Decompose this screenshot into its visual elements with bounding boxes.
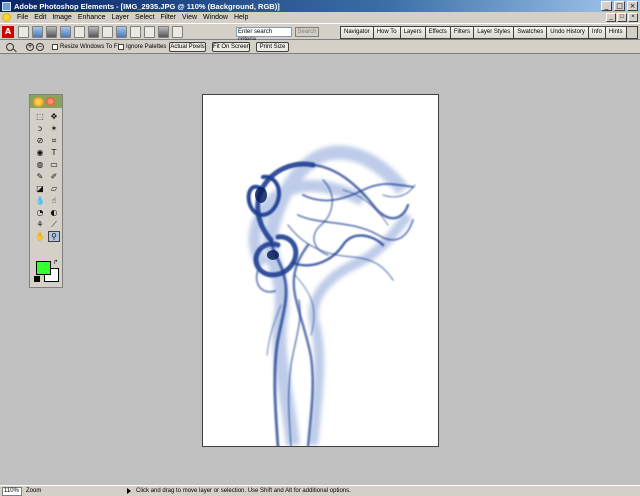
ignore-palettes-checkbox[interactable]	[118, 44, 124, 50]
minimize-button[interactable]: _	[601, 1, 612, 11]
zoom-in-icon[interactable]: +	[26, 43, 34, 51]
shape-icon[interactable]: ▱	[48, 183, 60, 194]
scan-icon[interactable]	[46, 26, 57, 38]
tab-how-to[interactable]: How To	[373, 27, 401, 38]
actual-pixels-button[interactable]: Actual Pixels	[169, 42, 206, 52]
gradient-icon[interactable]: ▭	[48, 159, 60, 170]
type-icon[interactable]: T	[48, 147, 60, 158]
magic-wand-icon[interactable]: ✶	[48, 123, 60, 134]
tab-navigator[interactable]: Navigator	[341, 27, 374, 38]
paint-bucket-icon[interactable]: ◍	[34, 159, 46, 170]
tab-filters[interactable]: Filters	[450, 27, 475, 38]
clone-stamp-icon[interactable]: ⚘	[34, 219, 46, 230]
tab-swatches[interactable]: Swatches	[514, 27, 548, 38]
open-file-icon[interactable]	[32, 26, 43, 38]
step-forward-icon[interactable]	[144, 26, 155, 38]
zoom-out-icon[interactable]: −	[36, 43, 44, 51]
toolbox-logo-icon	[46, 97, 55, 106]
new-file-icon[interactable]	[18, 26, 29, 38]
menu-select[interactable]: Select	[132, 14, 157, 21]
blur-icon[interactable]: 💧	[34, 195, 46, 206]
print-size-button[interactable]: Print Size	[256, 42, 289, 52]
tab-info[interactable]: Info	[588, 27, 606, 38]
pencil-icon[interactable]: ✐	[48, 171, 60, 182]
menu-filter[interactable]: Filter	[157, 14, 179, 21]
eraser-icon[interactable]: ◪	[34, 183, 46, 194]
zoom-label: Zoom	[26, 488, 42, 494]
menu-layer[interactable]: Layer	[108, 14, 132, 21]
title-bar: Adobe Photoshop Elements - [IMG_2935.JPG…	[0, 0, 640, 12]
doc-restore-button[interactable]: □	[617, 13, 627, 22]
tab-hints[interactable]: Hints	[605, 27, 627, 38]
zoom-tool-icon	[6, 43, 14, 51]
red-eye-icon[interactable]: ◉	[34, 147, 46, 158]
menu-image[interactable]: Image	[49, 14, 74, 21]
smoke-photo	[203, 95, 438, 446]
zoom-icon[interactable]: ⚲	[48, 231, 60, 242]
quick-fix-icon[interactable]	[158, 26, 169, 38]
swap-colors-icon[interactable]: ↱	[53, 259, 58, 266]
options-bar: + − Resize Windows To Fit Ignore Palette…	[0, 40, 640, 54]
color-swatches: ↱	[34, 259, 62, 285]
toolbox-logo-icon	[33, 96, 44, 107]
menu-file[interactable]: File	[14, 14, 31, 21]
maximize-button[interactable]: □	[614, 1, 625, 11]
menu-enhance[interactable]: Enhance	[75, 14, 109, 21]
toolbox-header[interactable]	[30, 95, 62, 108]
crop-icon[interactable]: ⌗	[48, 135, 60, 146]
save-icon[interactable]	[60, 26, 71, 38]
toolbox: ⬚ ✥ ↄ ✶ ⊘ ⌗ ◉ T ◍ ▭ ✎ ✐ ◪ ▱ 💧 ☝ ◔ ◐ ⚘ ⟋ ✋ ⚲ ↱	[29, 94, 63, 288]
doc-close-button[interactable]: ×	[628, 13, 638, 22]
tab-layer-styles[interactable]: Layer Styles	[474, 27, 515, 38]
search-button[interactable]: Search	[295, 27, 319, 37]
fit-on-screen-button[interactable]: Fit On Screen	[212, 42, 250, 52]
doc-minimize-button[interactable]: _	[606, 13, 616, 22]
resize-windows-label: Resize Windows To Fit	[60, 44, 121, 50]
app-icon[interactable]	[2, 1, 11, 11]
menu-view[interactable]: View	[179, 14, 200, 21]
tab-undo-history[interactable]: Undo History	[547, 27, 589, 38]
brush-selection-icon[interactable]: ⊘	[34, 135, 46, 146]
hand-icon[interactable]: ✋	[34, 231, 46, 242]
dodge-icon[interactable]: ◐	[48, 207, 60, 218]
web-save-icon[interactable]	[102, 26, 113, 38]
menu-edit[interactable]: Edit	[31, 14, 49, 21]
move-icon[interactable]: ✥	[48, 111, 60, 122]
status-hint: Click and drag to move layer or selectio…	[136, 488, 351, 494]
step-backward-icon[interactable]	[130, 26, 141, 38]
marquee-icon[interactable]: ⬚	[34, 111, 46, 122]
shortcuts-bar: A Enter search criteria Search Navigator…	[0, 23, 640, 43]
document-canvas[interactable]	[202, 94, 439, 447]
palette-well: Navigator How To Layers Effects Filters …	[340, 26, 638, 39]
brush-icon[interactable]: ✎	[34, 171, 46, 182]
foreground-color-swatch[interactable]	[36, 261, 51, 275]
search-input[interactable]: Enter search criteria	[236, 27, 292, 43]
ignore-palettes-label: Ignore Palettes	[126, 44, 167, 50]
elements-logo-icon[interactable]	[2, 13, 11, 22]
email-icon[interactable]	[116, 26, 127, 38]
menu-help[interactable]: Help	[231, 14, 251, 21]
lasso-icon[interactable]: ↄ	[34, 123, 46, 134]
zoom-readout[interactable]: 110%	[2, 487, 22, 496]
menu-bar: File Edit Image Enhance Layer Select Fil…	[0, 12, 640, 23]
smudge-icon[interactable]: ☝	[48, 195, 60, 206]
eyedropper-icon[interactable]: ⟋	[48, 219, 60, 230]
print-preview-icon[interactable]	[88, 26, 99, 38]
default-colors-icon[interactable]	[34, 276, 40, 282]
help-icon[interactable]	[172, 26, 183, 38]
resize-windows-checkbox[interactable]	[52, 44, 58, 50]
menu-window[interactable]: Window	[200, 14, 231, 21]
window-title: Adobe Photoshop Elements - [IMG_2935.JPG…	[14, 1, 280, 11]
status-bar: 110% Zoom Click and drag to move layer o…	[0, 485, 640, 496]
tab-layers[interactable]: Layers	[400, 27, 426, 38]
close-button[interactable]: ×	[627, 1, 638, 11]
adobe-logo[interactable]: A	[2, 26, 14, 38]
tab-effects[interactable]: Effects	[425, 27, 451, 38]
print-icon[interactable]	[74, 26, 85, 38]
status-menu-arrow-icon[interactable]	[127, 488, 131, 494]
sponge-icon[interactable]: ◔	[34, 207, 46, 218]
